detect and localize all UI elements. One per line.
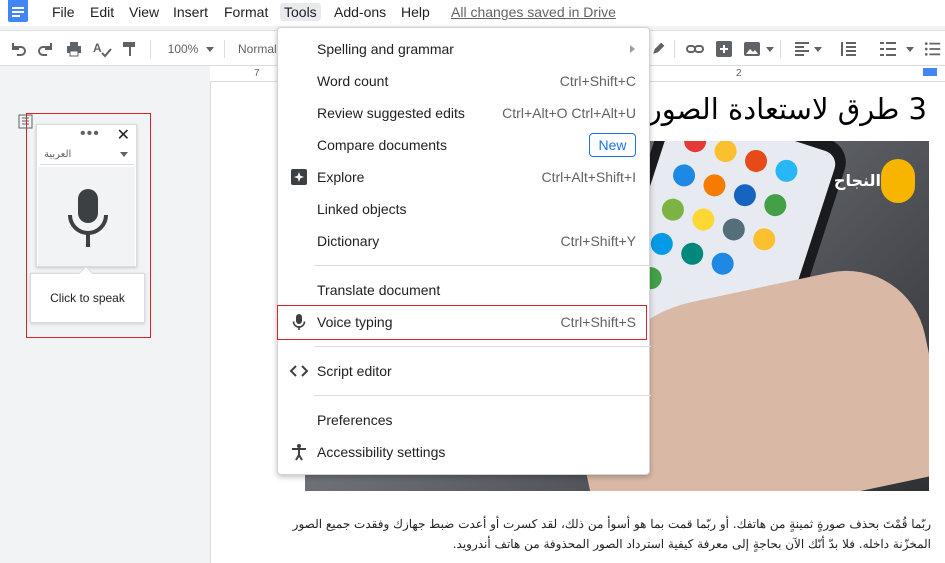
- menu-divider: [314, 395, 651, 396]
- menu-item-linked-objects[interactable]: Linked objects: [278, 197, 651, 221]
- menu-item-word-count[interactable]: Word count Ctrl+Shift+C: [278, 69, 651, 93]
- align-left-icon[interactable]: [792, 39, 812, 59]
- menu-item-label: Explore: [317, 169, 365, 185]
- menu-edit[interactable]: Edit: [86, 3, 118, 21]
- annotation-box: [277, 305, 647, 340]
- style-select[interactable]: Normal: [238, 39, 282, 59]
- menu-divider: [314, 265, 651, 266]
- zoom-dropdown-icon[interactable]: [206, 47, 214, 52]
- print-icon[interactable]: [64, 39, 84, 59]
- menu-file[interactable]: File: [48, 3, 79, 21]
- menu-item-label: Preferences: [317, 412, 393, 428]
- zoom-select[interactable]: 100%: [163, 39, 203, 59]
- docs-logo-icon[interactable]: [8, 0, 28, 22]
- menu-divider: [314, 346, 651, 347]
- menu-item-shortcut: Ctrl+Alt+O Ctrl+Alt+U: [502, 105, 636, 121]
- paragraph-line: المخزّنة داخله. فلا بدّ أنّك الآن بحاجةٍ…: [452, 537, 931, 551]
- menu-bar: File Edit View Insert Format Tools Add-o…: [0, 0, 945, 26]
- brand-logo: النجاح: [825, 157, 927, 215]
- menu-item-label: Accessibility settings: [317, 444, 446, 460]
- new-badge: New: [589, 133, 636, 157]
- menu-item-script-editor[interactable]: Script editor: [278, 359, 651, 383]
- menu-item-shortcut: Ctrl+Alt+Shift+I: [541, 169, 636, 185]
- menu-item-label: Compare documents: [317, 137, 447, 153]
- bullet-list-icon[interactable]: [924, 39, 942, 59]
- insert-comment-icon[interactable]: [714, 39, 734, 59]
- image-dropdown-icon[interactable]: [766, 47, 774, 52]
- menu-item-spelling[interactable]: Spelling and grammar: [278, 37, 651, 61]
- menu-item-label: Word count: [317, 73, 389, 89]
- save-status-link[interactable]: All changes saved in Drive: [451, 3, 616, 21]
- annotation-box: [26, 113, 151, 338]
- checklist-icon[interactable]: [878, 39, 898, 59]
- menu-item-label: Dictionary: [317, 233, 380, 249]
- menu-item-shortcut: Ctrl+Shift+C: [559, 73, 636, 89]
- submenu-arrow-icon: [630, 45, 635, 53]
- explore-icon: [291, 169, 307, 185]
- menu-item-explore[interactable]: Explore Ctrl+Alt+Shift+I: [278, 165, 651, 189]
- svg-text:A: A: [93, 41, 102, 55]
- undo-icon[interactable]: [8, 39, 28, 59]
- line-spacing-icon[interactable]: [838, 39, 858, 59]
- menu-item-review-edits[interactable]: Review suggested edits Ctrl+Alt+O Ctrl+A…: [278, 101, 651, 125]
- align-dropdown-icon[interactable]: [814, 47, 822, 52]
- menu-item-preferences[interactable]: Preferences: [278, 408, 651, 432]
- menu-item-label: Spelling and grammar: [317, 41, 454, 57]
- menu-help[interactable]: Help: [397, 3, 434, 21]
- menu-item-accessibility[interactable]: Accessibility settings: [278, 440, 651, 464]
- accessibility-icon: [292, 444, 306, 461]
- menu-tools[interactable]: Tools: [280, 3, 321, 21]
- link-icon[interactable]: [685, 39, 705, 59]
- menu-item-compare-documents[interactable]: Compare documents New: [278, 133, 651, 157]
- document-title: 3 طرق لاستعادة الصور: [647, 92, 927, 126]
- list-dropdown-icon[interactable]: [906, 47, 914, 52]
- menu-view[interactable]: View: [125, 3, 163, 21]
- indent-marker[interactable]: [923, 68, 937, 76]
- redo-icon[interactable]: [36, 39, 56, 59]
- ruler-number: 7: [254, 68, 260, 79]
- code-icon: [290, 365, 308, 377]
- ruler-number: 2: [736, 68, 742, 79]
- paint-format-icon[interactable]: [120, 39, 140, 59]
- menu-item-label: Linked objects: [317, 201, 407, 217]
- menu-insert[interactable]: Insert: [169, 3, 212, 21]
- menu-item-dictionary[interactable]: Dictionary Ctrl+Shift+Y: [278, 229, 651, 253]
- insert-image-icon[interactable]: [742, 39, 762, 59]
- highlight-pen-icon[interactable]: [650, 39, 666, 59]
- tools-menu: Spelling and grammar Word count Ctrl+Shi…: [277, 27, 651, 475]
- spellcheck-icon[interactable]: A: [92, 39, 112, 59]
- menu-addons[interactable]: Add-ons: [330, 3, 390, 21]
- menu-item-shortcut: Ctrl+Shift+Y: [560, 233, 636, 249]
- menu-item-label: Script editor: [317, 363, 392, 379]
- menu-item-translate[interactable]: Translate document: [278, 278, 651, 302]
- menu-item-label: Review suggested edits: [317, 105, 465, 121]
- menu-format[interactable]: Format: [220, 3, 272, 21]
- document-paragraph: ربّما قُمْتَ بحذف صورةٍ ثمينةٍ من هاتفك.…: [291, 514, 931, 554]
- paragraph-line: ربّما قُمْتَ بحذف صورةٍ ثمينةٍ من هاتفك.…: [292, 517, 931, 531]
- menu-item-label: Translate document: [317, 282, 441, 298]
